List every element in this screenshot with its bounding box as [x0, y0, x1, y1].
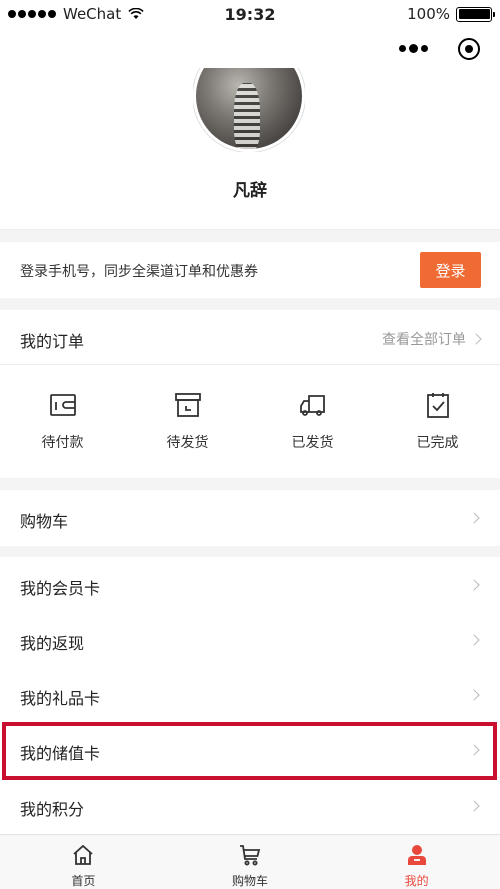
status-bar: WeChat 19:32 100% — [0, 0, 500, 28]
order-status-label: 已发货 — [291, 435, 334, 451]
order-status-list: 待付款 待发货 已发货 已完成 — [0, 390, 500, 452]
chevron-right-icon — [468, 634, 480, 646]
chevron-right-icon — [468, 744, 480, 756]
order-status-completed[interactable]: 已完成 — [375, 390, 500, 452]
home-icon — [73, 844, 93, 865]
clipboard-check-icon — [426, 393, 449, 418]
menu-item-stored-value-card[interactable]: 我的储值卡 — [0, 722, 500, 778]
avatar[interactable] — [193, 68, 305, 152]
login-banner: 登录手机号，同步全渠道订单和优惠券 登录 — [0, 242, 500, 298]
more-options-icon[interactable] — [399, 44, 428, 53]
login-button[interactable]: 登录 — [420, 252, 481, 288]
menu-item-label: 我的储值卡 — [20, 744, 101, 763]
menu-item-label: 我的返现 — [20, 634, 85, 653]
tab-label: 首页 — [71, 874, 96, 888]
menu-item-label: 我的会员卡 — [20, 579, 101, 598]
order-status-pending-shipment[interactable]: 待发货 — [125, 390, 250, 452]
chevron-right-icon — [468, 512, 480, 524]
menu-item-points[interactable]: 我的积分 — [0, 778, 500, 834]
bottom-tab-bar: 首页 购物车 我的 — [0, 834, 500, 889]
menu-item-label: 我的积分 — [20, 800, 85, 819]
view-all-orders-label: 查看全部订单 — [382, 332, 466, 348]
chevron-right-icon — [470, 333, 482, 345]
order-status-label: 已完成 — [416, 435, 459, 451]
menu-item-member-card[interactable]: 我的会员卡 — [0, 557, 500, 613]
view-all-orders-link[interactable]: 查看全部订单 — [382, 329, 482, 349]
truck-icon — [299, 395, 325, 416]
orders-section: 我的订单 查看全部订单 待付款 待发货 已发货 已完成 — [0, 310, 500, 478]
menu-item-cart[interactable]: 购物车 — [0, 490, 500, 546]
avatar-image — [193, 68, 305, 152]
menu-item-label: 购物车 — [20, 512, 69, 531]
battery-icon — [456, 6, 495, 22]
tab-label: 购物车 — [232, 874, 269, 888]
chevron-right-icon — [468, 579, 480, 591]
wallet-icon — [49, 394, 76, 416]
orders-title: 我的订单 — [20, 332, 85, 351]
order-status-label: 待发货 — [166, 435, 209, 451]
user-icon — [407, 845, 426, 865]
tab-home[interactable]: 首页 — [0, 835, 167, 889]
tab-mine[interactable]: 我的 — [333, 835, 500, 889]
box-icon — [174, 393, 201, 417]
tiger-photo — [234, 83, 260, 149]
battery-percent: 100% — [407, 5, 450, 23]
user-name: 凡辞 — [233, 181, 267, 201]
chevron-right-icon — [468, 689, 480, 701]
order-status-label: 待付款 — [41, 435, 84, 451]
tab-label: 我的 — [404, 874, 429, 888]
mini-program-capsule — [399, 38, 480, 60]
tab-cart[interactable]: 购物车 — [167, 835, 334, 889]
menu-item-gift-card[interactable]: 我的礼品卡 — [0, 667, 500, 723]
close-target-icon[interactable] — [458, 38, 480, 60]
order-status-shipped[interactable]: 已发货 — [250, 390, 375, 452]
cart-icon — [240, 845, 261, 866]
profile-header: 凡辞 — [0, 28, 500, 230]
order-status-pending-payment[interactable]: 待付款 — [0, 390, 125, 452]
login-prompt: 登录手机号，同步全渠道订单和优惠券 — [20, 264, 258, 280]
menu-item-label: 我的礼品卡 — [20, 689, 101, 708]
menu-item-cashback[interactable]: 我的返现 — [0, 612, 500, 668]
battery-status: 100% — [407, 5, 495, 23]
orders-header[interactable]: 我的订单 查看全部订单 — [0, 310, 500, 365]
chevron-right-icon — [468, 800, 480, 812]
